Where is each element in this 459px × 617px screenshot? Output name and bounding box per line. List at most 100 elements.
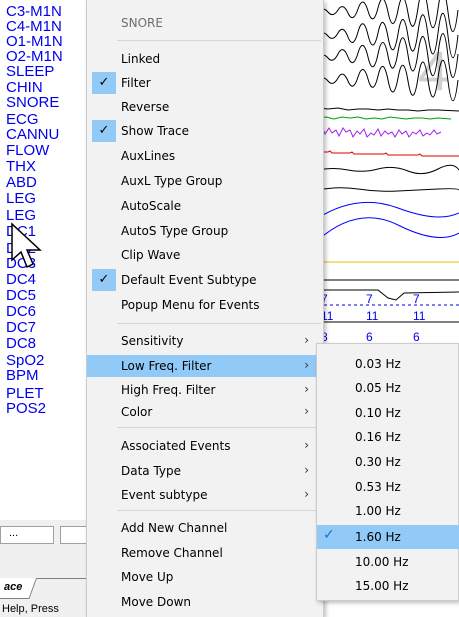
channel-label[interactable]: FLOW [6, 143, 49, 158]
menu-item-label: AutoS Type Group [121, 224, 229, 238]
menu-separator [117, 510, 321, 511]
submenu-item-label: 1.00 Hz [355, 504, 401, 518]
channel-label[interactable]: LEG [6, 208, 36, 223]
menu-item-label: AuxL Type Group [121, 174, 223, 188]
event-annotation: 7 [413, 292, 420, 306]
channel-label[interactable]: LEG [6, 191, 36, 206]
menu-item-label: Show Trace [121, 124, 190, 138]
menu-item-label: Filter [121, 76, 151, 90]
channel-label[interactable]: SNORE [6, 95, 59, 110]
menu-item-move-down[interactable]: Move Down [87, 591, 323, 613]
channel-label[interactable]: SLEEP [6, 64, 54, 79]
watermark-page-number: 4 [418, 39, 449, 102]
menu-item-label: Default Event Subtype [121, 273, 257, 287]
submenu-item-0-30-hz[interactable]: 0.30 Hz [317, 450, 459, 474]
menu-item-associated-events[interactable]: Associated Events › [87, 435, 323, 457]
trace-snore [318, 125, 442, 139]
submenu-item-label: 0.30 Hz [355, 455, 401, 469]
channel-label[interactable]: O2-M1N [6, 49, 63, 64]
menu-item-label: High Freq. Filter [121, 383, 216, 397]
submenu-item-1-60-hz[interactable]: ✓ 1.60 Hz [317, 525, 459, 549]
checkmark-icon: ✓ [92, 120, 116, 142]
status-area: ... ace Help, Press [0, 520, 90, 617]
submenu-item-label: 0.53 Hz [355, 480, 401, 494]
channel-label[interactable]: ECG [6, 112, 39, 127]
menu-item-label: Event subtype [121, 488, 208, 502]
menu-item-reverse[interactable]: Reverse [87, 96, 323, 118]
low-freq-filter-submenu: 0.03 Hz 0.05 Hz 0.10 Hz 0.16 Hz 0.30 Hz 0.53 … [316, 343, 459, 601]
menu-item-linked[interactable]: Linked [87, 48, 323, 70]
checkmark-icon: ✓ [92, 72, 116, 94]
trace-tab-label: ace [4, 581, 23, 593]
event-annotation: 7 [366, 292, 373, 306]
submenu-item-label: 15.00 Hz [355, 579, 409, 593]
menu-item-label: AuxLines [121, 149, 176, 163]
menu-item-clip-wave[interactable]: Clip Wave [87, 244, 323, 266]
trace-area[interactable]: 4 7 7 7 11 11 11 8 6 6 [318, 0, 459, 345]
menu-item-auxl-type-group[interactable]: AuxL Type Group [87, 170, 323, 192]
menu-separator [117, 323, 321, 324]
channel-label[interactable]: DC8 [6, 336, 36, 351]
event-annotation: 11 [413, 309, 426, 323]
menu-item-label: Color [121, 405, 153, 419]
submenu-item-0-05-hz[interactable]: 0.05 Hz [317, 376, 459, 400]
channel-label[interactable]: SpO2 [6, 353, 44, 368]
menu-item-add-new-channel[interactable]: Add New Channel [87, 517, 323, 539]
channel-label[interactable]: POS2 [6, 401, 46, 416]
menu-item-event-subtype[interactable]: Event subtype › [87, 484, 323, 506]
status-field[interactable]: ... [0, 526, 54, 544]
trace-flow [318, 187, 459, 192]
submenu-item-label: 0.05 Hz [355, 381, 401, 395]
submenu-item-15-00-hz[interactable]: 15.00 Hz [317, 574, 459, 598]
submenu-item-10-00-hz[interactable]: 10.00 Hz [317, 550, 459, 574]
channel-label[interactable]: BPM [6, 368, 39, 383]
channel-label[interactable]: C4-M1N [6, 19, 62, 34]
trace-cannula [318, 164, 459, 175]
channel-label[interactable]: DC7 [6, 320, 36, 335]
menu-item-auxlines[interactable]: AuxLines [87, 145, 323, 167]
menu-item-filter[interactable]: ✓ Filter [87, 72, 323, 94]
trace-waveforms: 4 7 7 7 11 11 11 8 6 6 [318, 0, 459, 344]
channel-label[interactable]: DC5 [6, 288, 36, 303]
menu-item-sensitivity[interactable]: Sensitivity › [87, 330, 323, 352]
menu-item-label: Linked [121, 52, 161, 66]
chevron-right-icon: › [304, 333, 309, 347]
menu-item-remove-channel[interactable]: Remove Channel [87, 542, 323, 564]
menu-item-autoscale[interactable]: AutoScale [87, 195, 323, 217]
channel-label[interactable]: CHIN [6, 80, 43, 95]
menu-item-label: Low Freq. Filter [121, 359, 212, 373]
menu-item-high-freq-filter[interactable]: High Freq. Filter › [87, 379, 323, 401]
menu-item-label: Remove Channel [121, 546, 223, 560]
channel-label[interactable]: ABD [6, 175, 37, 190]
menu-item-autos-type-group[interactable]: AutoS Type Group [87, 220, 323, 242]
menu-item-label: Sensitivity [121, 334, 184, 348]
event-annotation: 11 [366, 309, 379, 323]
submenu-item-1-00-hz[interactable]: 1.00 Hz [317, 499, 459, 523]
channel-label[interactable]: THX [6, 159, 36, 174]
menu-item-move-up[interactable]: Move Up [87, 566, 323, 588]
trace-abd [318, 217, 459, 241]
submenu-item-0-03-hz[interactable]: 0.03 Hz [317, 352, 459, 376]
channel-label[interactable]: DC4 [6, 272, 36, 287]
submenu-item-label: 10.00 Hz [355, 555, 409, 569]
menu-item-popup-menu-for-events[interactable]: Popup Menu for Events [87, 294, 323, 316]
menu-item-label: Add New Channel [121, 521, 228, 535]
channel-label[interactable]: CANNU [6, 127, 59, 142]
chevron-right-icon: › [304, 487, 309, 501]
chevron-right-icon: › [304, 404, 309, 418]
submenu-item-0-16-hz[interactable]: 0.16 Hz [317, 425, 459, 449]
submenu-item-0-10-hz[interactable]: 0.10 Hz [317, 401, 459, 425]
menu-item-low-freq-filter[interactable]: Low Freq. Filter › [87, 355, 323, 377]
menu-separator [117, 40, 321, 41]
channel-label[interactable]: DC6 [6, 304, 36, 319]
submenu-item-0-53-hz[interactable]: 0.53 Hz [317, 475, 459, 499]
menu-item-data-type[interactable]: Data Type › [87, 460, 323, 482]
menu-item-default-event-subtype[interactable]: ✓ Default Event Subtype [87, 269, 323, 291]
menu-item-show-trace[interactable]: ✓ Show Trace [87, 120, 323, 142]
channel-label[interactable]: C3-M1N [6, 4, 62, 19]
channel-label[interactable]: PLET [6, 386, 44, 401]
menu-item-label: Clip Wave [121, 248, 181, 262]
channel-label[interactable]: O1-M1N [6, 34, 63, 49]
submenu-item-label: 0.03 Hz [355, 357, 401, 371]
menu-item-color[interactable]: Color › [87, 401, 323, 423]
